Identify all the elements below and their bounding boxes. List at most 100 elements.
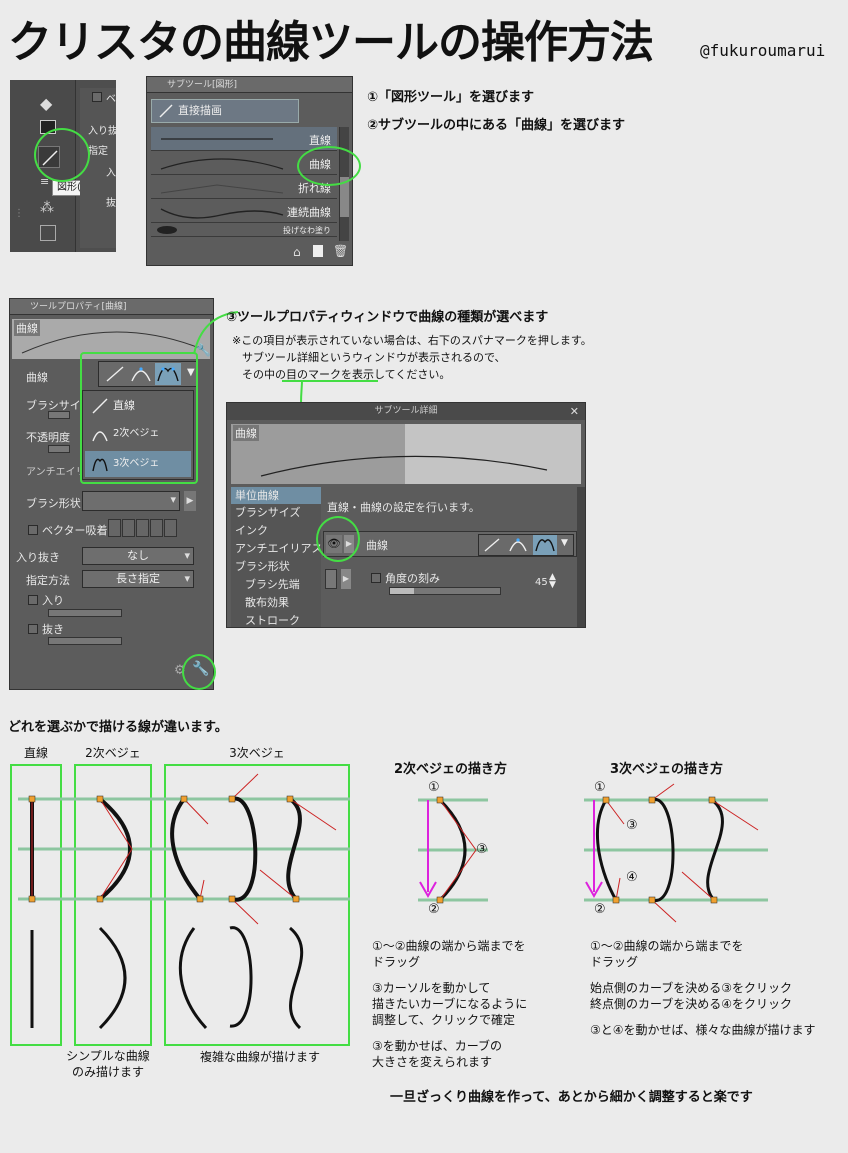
- subtool-item-label: 投げなわ塗り: [283, 226, 331, 235]
- highlight-wrench: [182, 654, 216, 690]
- quad-note-line: 描きたいカーブになるように: [372, 997, 528, 1011]
- lasso-blob-icon: [157, 226, 177, 234]
- in-out-dropdown[interactable]: なし: [82, 547, 194, 565]
- brush-size-slider[interactable]: [48, 411, 70, 419]
- quad-marker-2: ②: [428, 902, 440, 917]
- fill-bucket-icon[interactable]: ◆: [40, 94, 52, 113]
- category-item[interactable]: ブラシ先端: [231, 576, 321, 594]
- opacity-slider[interactable]: [48, 445, 70, 453]
- vector-snap-options[interactable]: [108, 519, 182, 537]
- out-slider[interactable]: [48, 637, 122, 645]
- subtool-group-tab[interactable]: 直接描画: [151, 99, 299, 123]
- side-checkbox[interactable]: [92, 92, 102, 102]
- step-3-note-2: サブツール詳細というウィンドウが表示されるので、: [242, 351, 506, 364]
- cubic-diagram: [584, 783, 768, 923]
- footer-tip: 一旦ざっくり曲線を作って、あとから細かく調整すると楽です: [390, 1090, 753, 1105]
- cubic-marker-1: ①: [594, 780, 606, 795]
- cubic-marker-2: ②: [594, 902, 606, 917]
- subtool-detail-window: サブツール詳細 ✕ 曲線 単位曲線 ブラシサイズ インク アンチエイリアス ブラ…: [226, 402, 586, 628]
- in-checkbox[interactable]: [28, 595, 38, 605]
- detail-curve-row: 👁 ▶ 曲線 ▼: [323, 531, 577, 557]
- category-item[interactable]: ブラシサイズ: [231, 504, 321, 522]
- angle-arrow-icon[interactable]: ▶: [341, 569, 351, 589]
- chevron-down-icon[interactable]: ▼: [561, 538, 568, 548]
- caption-complex: 複雑な曲線が描けます: [199, 1050, 320, 1064]
- bottom-heading: どれを選ぶかで描ける線が違います。: [8, 720, 228, 735]
- angle-value: 45: [535, 577, 548, 588]
- detail-description: 直線・曲線の設定を行います。: [327, 501, 480, 514]
- detail-curve-selector[interactable]: ▼: [478, 534, 574, 556]
- highlight-curve-selector: [80, 352, 198, 484]
- frame-tool-icon[interactable]: ⁂: [40, 200, 54, 216]
- brush-shape-dropdown[interactable]: [82, 491, 180, 511]
- step-3: ③ツールプロパティウィンドウで曲線の種類が選べます: [226, 310, 549, 325]
- category-item[interactable]: アンチエイリアス: [231, 540, 323, 558]
- trash-icon[interactable]: 🗑: [333, 244, 348, 258]
- cubic-note-line: ③と④を動かせば、様々な曲線が描けます: [590, 1023, 816, 1037]
- side-label-4: 入: [106, 168, 116, 179]
- col-straight-label: 直線: [23, 746, 48, 760]
- row-in-label: 入り: [42, 594, 64, 607]
- category-item[interactable]: インク: [231, 522, 321, 540]
- cubic-notes: ①〜②曲線の端から端までを ドラッグ 始点側のカーブを決める③をクリック 終点側…: [590, 938, 816, 1038]
- subtool-settings-icon[interactable]: ⌂: [293, 245, 301, 259]
- highlight-shape-tool: [34, 128, 90, 182]
- detail-title: サブツール詳細: [374, 406, 438, 416]
- quad-note-line: 調整して、クリックで確定: [372, 1013, 516, 1027]
- angle-checkbox[interactable]: [371, 573, 381, 583]
- angle-slider[interactable]: [389, 587, 501, 595]
- row-opacity-label: 不透明度: [26, 431, 70, 444]
- category-item[interactable]: ストローク: [231, 612, 321, 630]
- in-slider[interactable]: [48, 609, 122, 617]
- row-brush-shape-label: ブラシ形状: [26, 497, 81, 510]
- side-label-5: 抜: [106, 198, 116, 209]
- vector-snap-checkbox[interactable]: [28, 525, 38, 535]
- subtool-item-line[interactable]: 直線: [151, 127, 337, 151]
- detail-preview: 曲線: [231, 424, 581, 484]
- spinner-icon[interactable]: ▲ ▼: [549, 573, 556, 590]
- subtool-group-label: 直接描画: [178, 104, 222, 117]
- side-label-1: ベ: [106, 94, 116, 105]
- category-item[interactable]: 単位曲線: [231, 487, 321, 504]
- highlight-curve-item: [297, 146, 361, 186]
- quad-note-line: 大きさを変えられます: [372, 1055, 493, 1069]
- cubic-note-line: 終点側のカーブを決める④をクリック: [590, 997, 793, 1011]
- detail-scrollbar[interactable]: [577, 487, 585, 627]
- quad-note-line: ③カーソルを動かして: [372, 981, 491, 995]
- detail-title-bar: サブツール詳細 ✕: [227, 403, 585, 420]
- new-subtool-icon[interactable]: [313, 245, 323, 257]
- category-item[interactable]: ブラシ形状: [231, 558, 321, 576]
- quad-title: 2次ベジェの描き方: [394, 762, 508, 777]
- row-method-label: 指定方法: [26, 574, 70, 587]
- side-label-3: 指定: [88, 146, 108, 157]
- category-item[interactable]: 散布効果: [231, 594, 321, 612]
- out-checkbox[interactable]: [28, 624, 38, 634]
- method-dropdown[interactable]: 長さ指定: [82, 570, 194, 588]
- cubic-note-line: 始点側のカーブを決める③をクリック: [590, 981, 793, 995]
- author-handle: @fukuroumarui: [700, 41, 826, 60]
- comparison-curves: [18, 773, 350, 1030]
- highlight-eye: [316, 516, 360, 562]
- row-vector-snap-label: ベクター吸着: [42, 524, 108, 537]
- quad-notes: ①〜②曲線の端から端までを ドラッグ ③カーソルを動かして 描きたいカーブになる…: [372, 938, 527, 1070]
- subtool-item-lasso-fill[interactable]: 投げなわ塗り: [151, 223, 337, 237]
- step-3-note-1: ※この項目が表示されていない場合は、右下のスパナマークを押します。: [232, 334, 592, 347]
- page-title: クリスタの曲線ツールの操作方法: [8, 17, 654, 68]
- angle-expand-icon[interactable]: [325, 569, 337, 589]
- subtool-item-continuous-curve[interactable]: 連続曲線: [151, 199, 337, 223]
- detail-angle-row: ▶ 角度の刻み 45 ▲ ▼: [323, 567, 577, 597]
- col-quad-label: 2次ベジェ: [85, 746, 141, 760]
- angle-label: 角度の刻み: [385, 572, 440, 585]
- panel-grip-icon: ⋮: [14, 208, 24, 219]
- step-2: ②サブツールの中にある「曲線」を選びます: [367, 118, 626, 133]
- grid-tool-icon[interactable]: [40, 225, 56, 241]
- row-curve-label: 曲線: [26, 371, 48, 384]
- caption-simple: シンプルな曲線 のみ描けます: [66, 1049, 150, 1079]
- close-icon[interactable]: ✕: [570, 403, 579, 420]
- cubic-marker-4: ④: [626, 870, 638, 885]
- brush-shape-expand[interactable]: ▶: [184, 491, 196, 511]
- side-label-2: 入り抜: [88, 126, 118, 137]
- col-cubic-label: 3次ベジェ: [229, 746, 285, 760]
- row-out-label: 抜き: [42, 623, 64, 636]
- cubic-note-line: ①〜②曲線の端から端までを: [590, 939, 744, 953]
